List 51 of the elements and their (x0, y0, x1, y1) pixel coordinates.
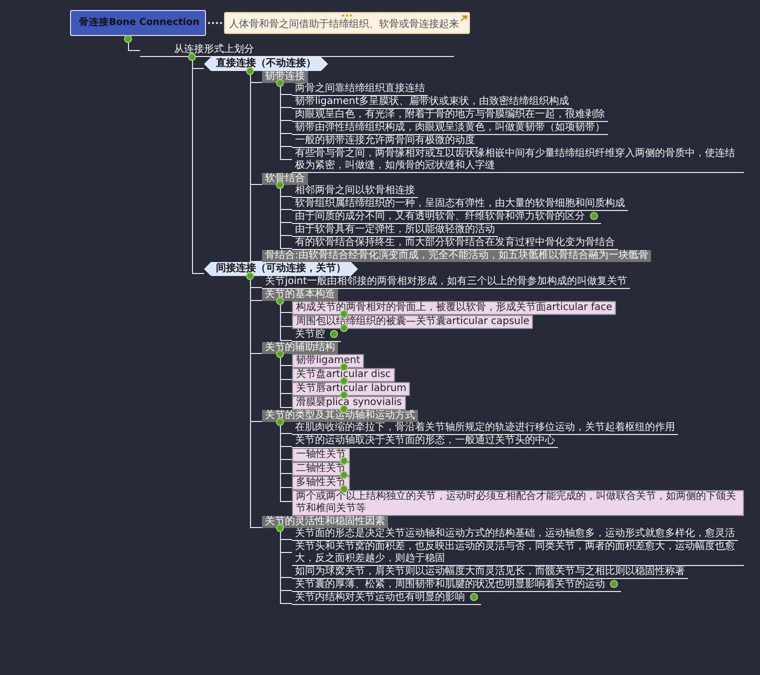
expand-marker-icon[interactable] (330, 330, 338, 338)
root-title: 骨连接Bone Connection (79, 17, 200, 29)
leaf-text[interactable]: 由于软骨具有一定弹性，所以能做轻微的活动 (292, 224, 498, 237)
leaf-text[interactable]: 关节囊的厚薄、松紧，周围韧带和肌腱的状况也明显影响着关节的运动 (292, 579, 621, 592)
collapse-toggle-icon[interactable] (246, 67, 254, 75)
collapse-toggle-icon[interactable] (276, 297, 284, 305)
leaf-text[interactable]: 关节头和关节窝的面积差，也反映出运动的灵活与否，同类关节，两者的面积差愈大，运动幅度也愈大，反之面积差越少，则趋于稳固 (292, 541, 744, 566)
leaf-text[interactable]: 韧带ligament多呈膜状、扁带状或束状，由致密结缔组织构成 (292, 96, 572, 109)
highlighted-node[interactable]: 关节盘articular disc (292, 368, 395, 382)
collapse-toggle-icon[interactable] (188, 53, 196, 61)
expand-marker-icon[interactable] (340, 324, 348, 332)
subtopic-node[interactable]: 关节的辅助结构 (262, 342, 338, 354)
highlighted-node[interactable]: 关节唇articular labrum (292, 382, 410, 396)
subtopic-node[interactable]: 软骨结合 (262, 173, 308, 185)
leaf-text[interactable]: 相邻两骨之间以软骨相连接 (292, 185, 418, 198)
collapse-toggle-icon[interactable] (276, 79, 284, 87)
collapse-toggle-icon[interactable] (276, 350, 284, 358)
highlighted-node[interactable]: 一轴性关节 (292, 448, 350, 462)
highlighted-node[interactable]: 滑膜襞plica synovialis (292, 396, 406, 410)
highlighted-node[interactable]: 构成关节的两骨相对的骨面上，被覆以软骨，形成关节面articular face (292, 301, 616, 315)
leaf-text[interactable]: 肉眼观呈白色，有光泽，附着于骨的地方与骨膜编织在一起，很难剥除 (292, 109, 608, 122)
leaf-text[interactable]: 有些骨与骨之间，两骨缘相对或互以齿状缘相嵌中间有少量结缔组织纤维穿入两侧的骨质中，使连结极为紧密，叫做缝，如颅骨的冠状缝和人字缝 (292, 148, 744, 173)
collapse-toggle-icon[interactable] (276, 181, 284, 189)
highlighted-node[interactable]: 韧带ligament (292, 354, 364, 368)
subtopic-node[interactable]: 韧带连接 (262, 71, 308, 83)
leaf-text[interactable]: 由于间质的成分不同，又有透明软骨、纤维软骨和弹力软骨的区分 (292, 211, 601, 224)
leaf-text[interactable]: 两骨之间靠结缔组织直接连结 (292, 83, 428, 96)
expand-marker-icon[interactable] (340, 485, 348, 493)
collapse-toggle-icon[interactable] (276, 418, 284, 426)
expand-marker-icon[interactable] (340, 377, 348, 385)
leaf-text[interactable]: 关节面的形态是决定关节运动轴和运动方式的结构基础，运动轴愈多，运动形式就愈多样化，愈灵活 (292, 528, 738, 541)
leaf-text[interactable]: 一般的韧带连接允许两骨间有极微的动度 (292, 135, 478, 148)
note-text: 人体骨和骨之间借助于结缔组织、软骨或骨连接起来 (229, 19, 459, 30)
expand-marker-icon[interactable] (470, 593, 478, 602)
collapse-toggle-icon[interactable] (124, 35, 132, 43)
leaf-text[interactable]: 关节内结构对关节运动也有明显的影响 (292, 592, 481, 605)
leaf-text[interactable]: 软骨组织属结缔组织的一种，呈固态有弹性，由大量的软骨细胞和间质构成 (292, 198, 628, 211)
expand-marker-icon[interactable] (610, 580, 618, 588)
collapse-toggle-icon[interactable] (246, 272, 254, 280)
leaf-text[interactable]: 如同为球窝关节，肩关节则以运动幅度大而灵活见长，而髋关节与之相比则以稳固性称著 (292, 566, 688, 579)
topic-node[interactable]: 直接连接（不动连接） (204, 57, 328, 71)
expand-marker-icon[interactable] (340, 391, 348, 399)
subtopic-node[interactable]: 关节的灵活性和稳固性因素 (262, 516, 388, 528)
leaf-text[interactable]: 在肌肉收缩的牵拉下，骨沿着关节轴所规定的轨迹进行移位运动，关节起着枢纽的作用 (292, 422, 678, 435)
collapse-toggle-icon[interactable] (276, 524, 284, 532)
subtopic-node[interactable]: 骨结合:由软骨结合经骨化演变而成，完全不能活动，如五块骶椎以骨结合融为一块骶骨 (262, 250, 652, 262)
leaf-text[interactable]: 韧带由弹性结缔组织构成，肉眼观呈淡黄色，叫做黄韧带（如项韧带） (292, 122, 608, 135)
topic-node[interactable]: 间接连接（可动连接，关节） (204, 262, 358, 276)
highlighted-node[interactable]: 两个或两个以上结构独立的关节，运动时必须互相配合才能完成的，叫做联合关节，如两侧的下颌关节和椎间关节等 (292, 490, 744, 516)
subtopic-node[interactable]: 关节的基本构造 (262, 289, 338, 301)
expand-marker-icon[interactable] (590, 212, 598, 220)
